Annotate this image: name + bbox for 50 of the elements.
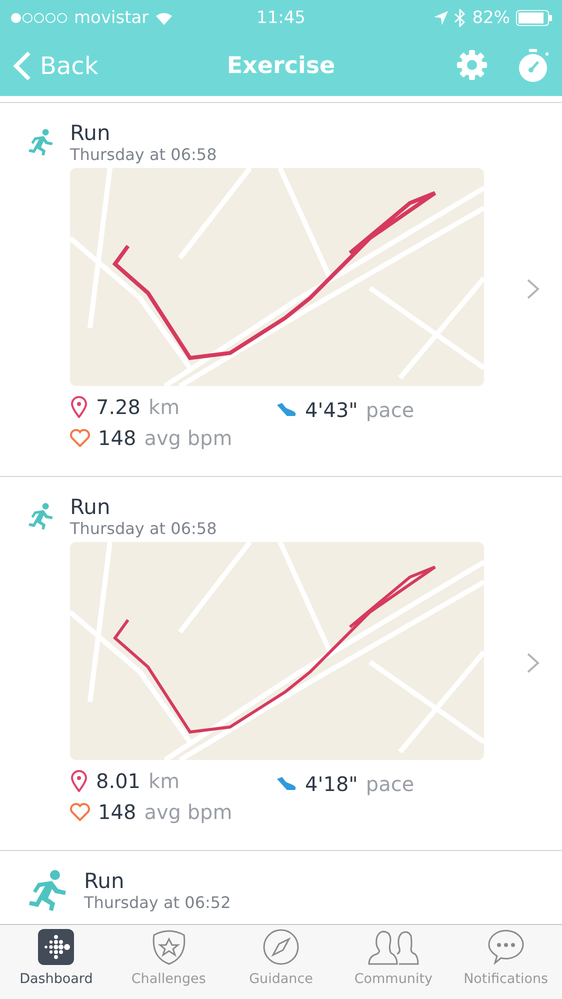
chevron-right-icon[interactable] xyxy=(526,278,540,300)
heart-icon xyxy=(70,803,90,821)
pace-unit: pace xyxy=(366,772,414,796)
heart-icon xyxy=(70,429,90,447)
distance-unit: km xyxy=(148,395,180,419)
location-pin-icon xyxy=(70,770,88,792)
carrier-name: movistar xyxy=(74,8,149,28)
activity-time: Thursday at 06:58 xyxy=(70,145,218,164)
heart-rate-unit: avg bpm xyxy=(144,426,232,450)
heart-rate-value: 148 xyxy=(98,426,136,450)
settings-icon[interactable] xyxy=(456,49,488,81)
activity-name: Run xyxy=(70,121,112,145)
screen-title: Exercise xyxy=(226,53,336,79)
distance-value: 8.01 xyxy=(96,769,141,793)
distance-value: 7.28 xyxy=(96,395,141,419)
stopwatch-icon[interactable] xyxy=(518,49,550,83)
dots-logo-icon xyxy=(38,929,74,965)
activity-name: Run xyxy=(70,495,112,519)
pace-value: 4'43" xyxy=(305,398,358,422)
back-button[interactable]: Back xyxy=(12,51,162,81)
tab-bar-item[interactable]: Notifications xyxy=(450,925,562,999)
activity-name: Run xyxy=(84,869,126,893)
battery-icon xyxy=(516,10,552,26)
heart-rate-unit: avg bpm xyxy=(144,800,232,824)
chat-bubble-icon xyxy=(486,929,525,965)
people-icon xyxy=(367,929,420,965)
battery-percent: 82% xyxy=(472,8,510,28)
pace-unit: pace xyxy=(366,398,414,422)
tab-bar-item[interactable]: Community xyxy=(337,925,450,999)
location-pin-icon xyxy=(70,396,88,418)
compass-icon xyxy=(263,929,300,965)
wifi-icon xyxy=(154,12,173,24)
distance-unit: km xyxy=(148,769,180,793)
tab-bar-item[interactable]: Dashboard xyxy=(0,925,112,999)
pace-value: 4'18" xyxy=(305,772,358,796)
tab-bar-item[interactable]: Guidance xyxy=(224,925,338,999)
shoe-icon xyxy=(275,402,297,418)
bluetooth-icon xyxy=(454,9,466,27)
runner-icon xyxy=(28,869,68,911)
chevron-right-icon[interactable] xyxy=(526,652,540,674)
heart-rate-value: 148 xyxy=(98,800,136,824)
activity-time: Thursday at 06:58 xyxy=(70,519,218,538)
clock-time: 11:45 xyxy=(256,8,306,28)
activity-time: Thursday at 06:52 xyxy=(84,893,232,912)
star-shield-icon xyxy=(150,929,187,965)
chevron-left-icon xyxy=(12,51,32,81)
tab-bar-item[interactable]: Challenges xyxy=(112,925,225,999)
location-arrow-icon xyxy=(434,11,448,25)
shoe-icon xyxy=(275,776,297,792)
signal-icon xyxy=(10,12,68,24)
